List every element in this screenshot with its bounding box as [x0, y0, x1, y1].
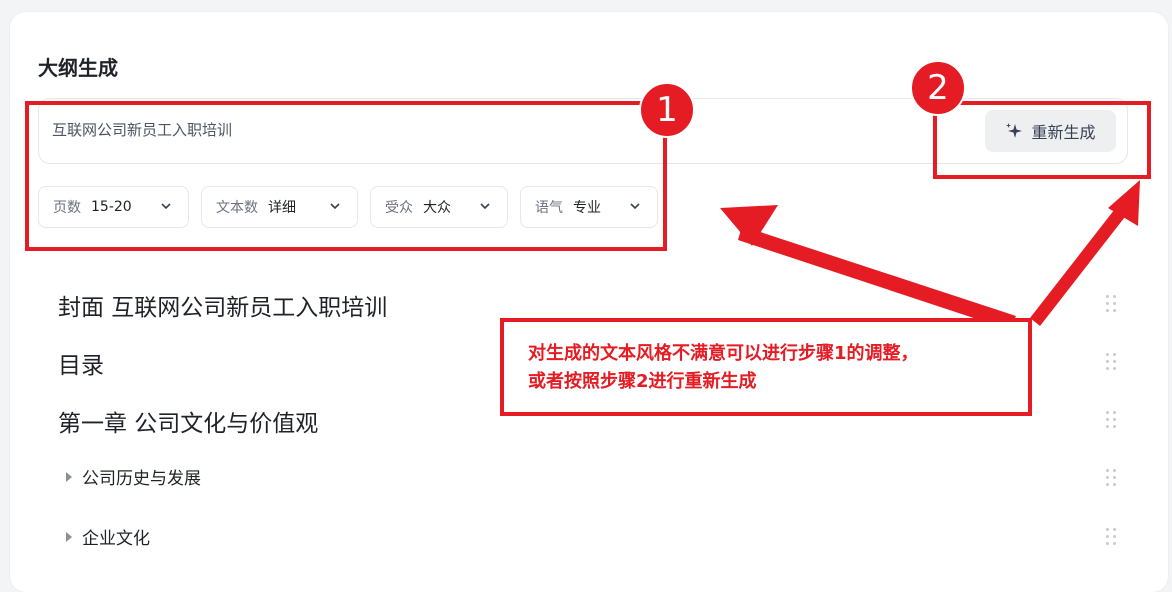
annotation-note: 对生成的文本风格不满意可以进行步骤1的调整， 或者按照步骤2进行重新生成	[500, 318, 1032, 416]
arrow-to-step1	[738, 226, 1016, 330]
annotation-note-line2: 或者按照步骤2进行重新生成	[528, 371, 757, 392]
annotation-note-line1: 对生成的文本风格不满意可以进行步骤1的调整，	[528, 343, 919, 364]
annotation-arrows	[720, 180, 1140, 330]
arrow-to-step2	[1030, 205, 1128, 326]
